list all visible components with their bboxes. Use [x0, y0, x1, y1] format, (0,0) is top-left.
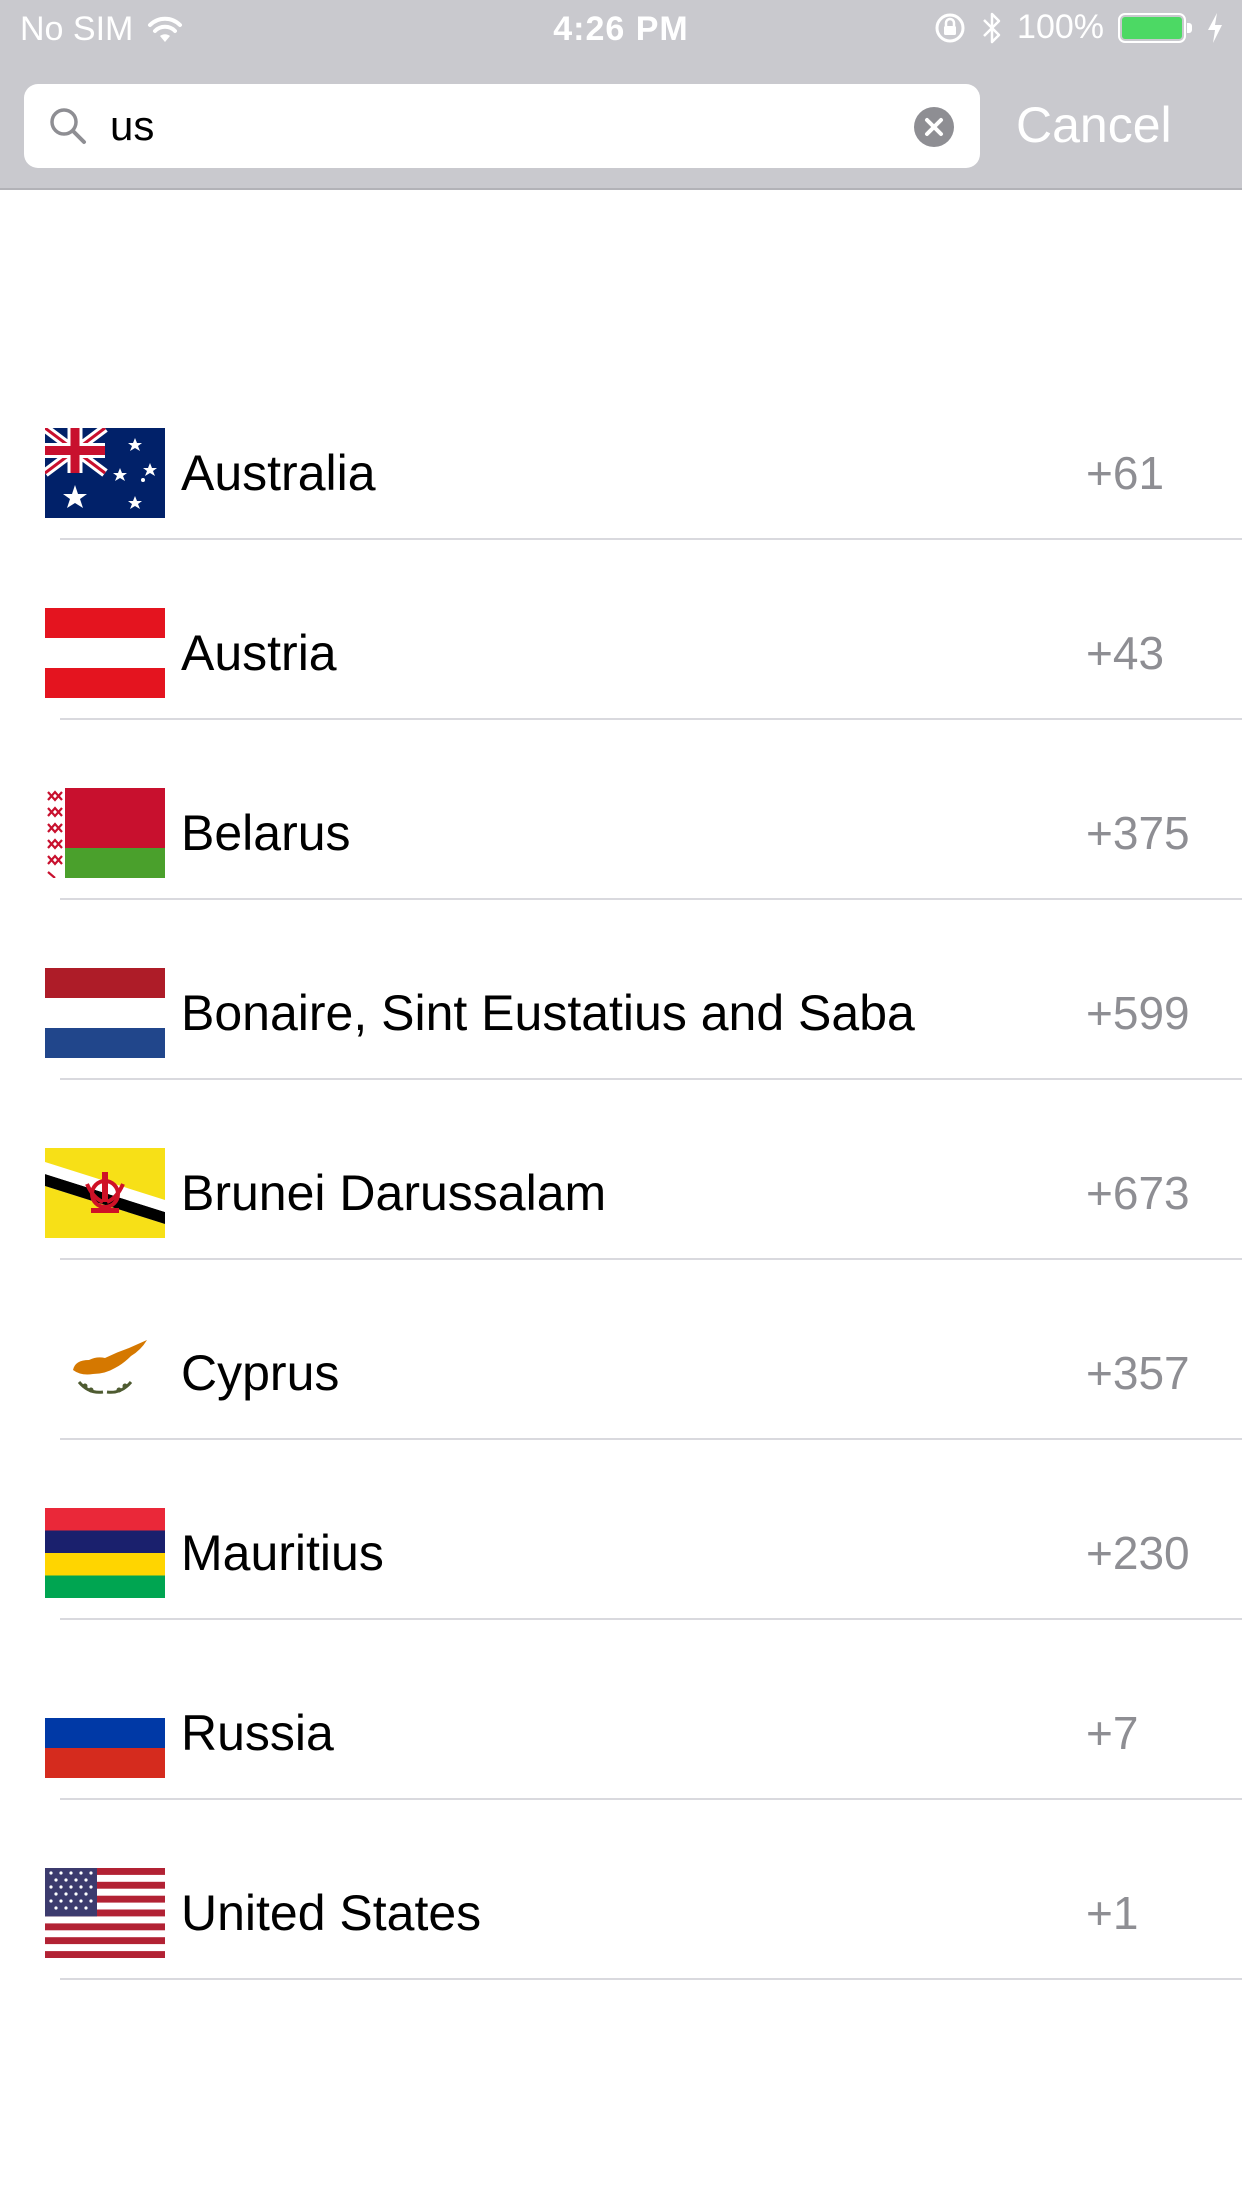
country-name: Austria [181, 625, 337, 681]
country-row[interactable]: Bonaire, Sint Eustatius and Saba +599 [0, 900, 1242, 1080]
status-bar: No SIM 4:26 PM 100% [0, 0, 1242, 60]
battery-icon [1118, 12, 1192, 43]
country-name: Brunei Darussalam [181, 1165, 607, 1221]
dial-code: +230 [1086, 1527, 1190, 1579]
charging-icon [1208, 12, 1222, 43]
country-row[interactable]: Mauritius +230 [0, 1440, 1242, 1620]
country-list: Australia +61 Austria +43 Belarus +375 B… [0, 360, 1242, 1980]
country-name: Russia [181, 1705, 334, 1761]
cyprus-flag-icon [45, 1328, 165, 1418]
search-input[interactable] [110, 96, 910, 156]
country-name: United States [181, 1885, 482, 1941]
search-header: No SIM 4:26 PM 100% us Cancel [0, 0, 1242, 190]
search-icon [50, 108, 86, 144]
country-row[interactable]: Belarus +375 [0, 720, 1242, 900]
united-states-flag-icon [45, 1868, 165, 1958]
country-row[interactable]: United States +1 [0, 1800, 1242, 1980]
country-row[interactable]: Australia +61 [0, 360, 1242, 540]
country-row[interactable]: Austria +43 [0, 540, 1242, 720]
battery-percentage: 100% [1017, 8, 1104, 46]
dial-code: +357 [1086, 1347, 1190, 1399]
rotation-lock-icon [935, 13, 965, 42]
country-name: Bonaire, Sint Eustatius and Saba [181, 985, 915, 1041]
russia-flag-icon [45, 1688, 165, 1778]
row-separator [60, 1978, 1242, 1980]
country-name: Australia [181, 445, 376, 501]
country-name: Mauritius [181, 1525, 384, 1581]
bonaire-flag-icon [45, 968, 165, 1058]
dial-code: +7 [1086, 1707, 1139, 1759]
dial-code: +673 [1086, 1167, 1190, 1219]
dial-code: +61 [1086, 447, 1165, 499]
country-row[interactable]: Brunei Darussalam +673 [0, 1080, 1242, 1260]
country-name: Belarus [181, 805, 351, 861]
bluetooth-icon [983, 12, 1001, 43]
austria-flag-icon [45, 608, 165, 698]
belarus-flag-icon [45, 788, 165, 878]
australia-flag-icon [45, 428, 165, 518]
country-row[interactable]: Russia +7 [0, 1620, 1242, 1800]
dial-code: +43 [1086, 627, 1165, 679]
brunei-flag-icon [45, 1148, 165, 1238]
clear-icon [925, 118, 943, 136]
mauritius-flag-icon [45, 1508, 165, 1598]
country-row[interactable]: Cyprus +357 [0, 1260, 1242, 1440]
country-name: Cyprus [181, 1345, 340, 1401]
battery-level [1122, 16, 1182, 39]
clear-search-button[interactable] [914, 107, 954, 147]
cancel-button[interactable]: Cancel [1016, 96, 1172, 154]
search-bar[interactable] [24, 84, 980, 168]
dial-code: +375 [1086, 807, 1190, 859]
dial-code: +599 [1086, 987, 1190, 1039]
dial-code: +1 [1086, 1887, 1139, 1939]
